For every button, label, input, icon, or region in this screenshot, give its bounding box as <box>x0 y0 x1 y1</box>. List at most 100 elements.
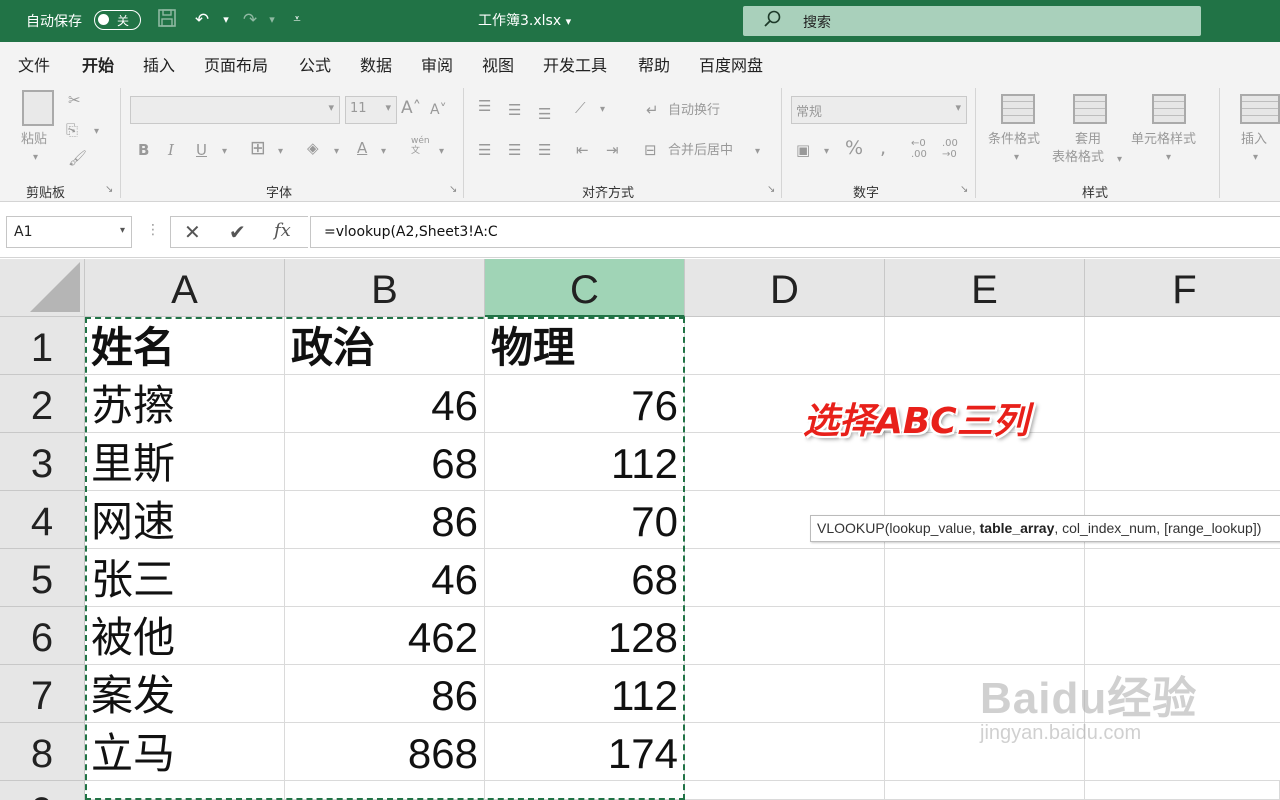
cell-b8[interactable]: 868 <box>285 723 485 781</box>
align-bottom-icon[interactable]: ☰ <box>538 104 551 124</box>
tab-insert[interactable]: 插入 <box>143 52 175 76</box>
format-as-table-button[interactable]: 套用 <box>1075 130 1101 150</box>
borders-dropdown-icon[interactable]: ▾ <box>278 142 283 162</box>
tab-home[interactable]: 开始 <box>82 52 115 84</box>
cell-empty[interactable] <box>885 607 1085 665</box>
document-title[interactable]: 工作簿3.xlsx ▾ <box>478 10 571 30</box>
align-top-icon[interactable]: ☰ <box>478 96 491 116</box>
cell-b1[interactable]: 政治 <box>285 317 485 375</box>
tab-file[interactable]: 文件 <box>18 52 50 76</box>
decrease-decimal-icon[interactable]: .00 →0 <box>942 138 958 160</box>
wrap-text-icon[interactable]: ↵ <box>646 100 659 120</box>
paste-dropdown-icon[interactable]: ▾ <box>33 148 38 168</box>
cell-b4[interactable]: 86 <box>285 491 485 549</box>
dialog-launcher-icon[interactable]: ↘ <box>105 184 113 195</box>
table-dropdown-icon[interactable]: ▾ <box>1117 150 1122 170</box>
cell-a8[interactable]: 立马 <box>85 723 285 781</box>
cell-empty[interactable] <box>285 781 485 800</box>
merge-dropdown-icon[interactable]: ▾ <box>755 142 760 162</box>
cell-b3[interactable]: 68 <box>285 433 485 491</box>
cell-empty[interactable] <box>685 665 885 723</box>
orientation-dropdown-icon[interactable]: ▾ <box>600 100 605 120</box>
increase-decimal-icon[interactable]: ←0.00 <box>911 138 927 160</box>
paste-icon[interactable] <box>22 90 54 126</box>
format-painter-icon[interactable]: 🖌 <box>68 148 87 168</box>
customize-toolbar-icon[interactable]: ⩡ <box>285 8 309 32</box>
increase-indent-icon[interactable]: ⇥ <box>606 140 619 160</box>
tab-developer[interactable]: 开发工具 <box>543 52 607 76</box>
cell-c3[interactable]: 112 <box>485 433 685 491</box>
decrease-font-icon[interactable]: A˅ <box>430 100 447 120</box>
cell-b2[interactable]: 46 <box>285 375 485 433</box>
cell-empty[interactable] <box>1085 549 1280 607</box>
cell-a3[interactable]: 里斯 <box>85 433 285 491</box>
conditional-formatting-button[interactable]: 条件格式 <box>988 130 1040 150</box>
cell-b5[interactable]: 46 <box>285 549 485 607</box>
undo-dropdown-icon[interactable]: ▾ <box>214 8 238 32</box>
row-header-8[interactable]: 8 <box>0 723 85 781</box>
copy-dropdown-icon[interactable]: ▾ <box>94 122 99 142</box>
copy-icon[interactable]: ⎘ <box>66 120 78 140</box>
align-left-icon[interactable]: ☰ <box>478 140 491 160</box>
cell-empty[interactable] <box>685 549 885 607</box>
font-color-icon[interactable]: A <box>357 138 367 158</box>
orientation-icon[interactable]: ⟋ <box>575 98 586 118</box>
column-header-b[interactable]: B <box>285 259 485 317</box>
more-options-icon[interactable]: ⋮ <box>146 222 160 238</box>
underline-dropdown-icon[interactable]: ▾ <box>222 142 227 162</box>
phonetic-guide-icon[interactable]: wén 文 <box>411 136 430 156</box>
cell-c2[interactable]: 76 <box>485 375 685 433</box>
cell-empty[interactable] <box>885 317 1085 375</box>
font-size-select[interactable]: 11 ▾ <box>345 96 397 124</box>
cell-a2[interactable]: 苏擦 <box>85 375 285 433</box>
cell-empty[interactable] <box>485 781 685 800</box>
row-header-1[interactable]: 1 <box>0 317 85 375</box>
cell-a7[interactable]: 案发 <box>85 665 285 723</box>
fill-color-icon[interactable]: ◈ <box>307 138 319 158</box>
cell-a5[interactable]: 张三 <box>85 549 285 607</box>
borders-icon[interactable]: ⊞ <box>250 138 266 158</box>
phonetic-dropdown-icon[interactable]: ▾ <box>439 142 444 162</box>
cell-empty[interactable] <box>685 607 885 665</box>
insert-function-icon[interactable]: fx <box>274 220 291 241</box>
row-header-6[interactable]: 6 <box>0 607 85 665</box>
bold-icon[interactable]: B <box>138 140 149 160</box>
align-right-icon[interactable]: ☰ <box>538 140 551 160</box>
cell-b6[interactable]: 462 <box>285 607 485 665</box>
wrap-text-button[interactable]: 自动换行 <box>668 101 720 121</box>
format-as-table-icon[interactable] <box>1073 94 1107 124</box>
accounting-format-icon[interactable]: ▣ <box>796 140 810 160</box>
row-header-5[interactable]: 5 <box>0 549 85 607</box>
tab-formulas[interactable]: 公式 <box>299 52 331 76</box>
cell-empty[interactable] <box>685 723 885 781</box>
cell-empty[interactable] <box>1085 317 1280 375</box>
dialog-launcher-icon[interactable]: ↘ <box>767 184 775 195</box>
cell-styles-dropdown-icon[interactable]: ▾ <box>1166 148 1171 168</box>
cell-empty[interactable] <box>885 549 1085 607</box>
tab-help[interactable]: 帮助 <box>638 52 670 76</box>
cell-styles-icon[interactable] <box>1152 94 1186 124</box>
row-header-2[interactable]: 2 <box>0 375 85 433</box>
cell-styles-button[interactable]: 单元格样式 <box>1131 130 1196 150</box>
save-icon[interactable] <box>155 8 179 32</box>
cell-a4[interactable]: 网速 <box>85 491 285 549</box>
insert-cells-button[interactable]: 插入 <box>1241 130 1267 150</box>
row-header-9[interactable]: 9 <box>0 781 85 800</box>
row-header-4[interactable]: 4 <box>0 491 85 549</box>
underline-icon[interactable]: U <box>196 140 207 160</box>
cell-empty[interactable] <box>1085 375 1280 433</box>
cell-empty[interactable] <box>85 781 285 800</box>
percent-icon[interactable]: % <box>845 138 863 158</box>
search-input[interactable]: 搜索 <box>743 6 1201 36</box>
cell-c5[interactable]: 68 <box>485 549 685 607</box>
cell-a1[interactable]: 姓名 <box>85 317 285 375</box>
cell-c8[interactable]: 174 <box>485 723 685 781</box>
column-header-d[interactable]: D <box>685 259 885 317</box>
cell-empty[interactable] <box>1085 433 1280 491</box>
tab-view[interactable]: 视图 <box>482 52 514 76</box>
column-header-e[interactable]: E <box>885 259 1085 317</box>
select-all-button[interactable] <box>0 259 85 317</box>
merge-center-button[interactable]: 合并后居中 <box>668 141 733 161</box>
tab-page-layout[interactable]: 页面布局 <box>204 52 268 76</box>
font-color-dropdown-icon[interactable]: ▾ <box>381 142 386 162</box>
